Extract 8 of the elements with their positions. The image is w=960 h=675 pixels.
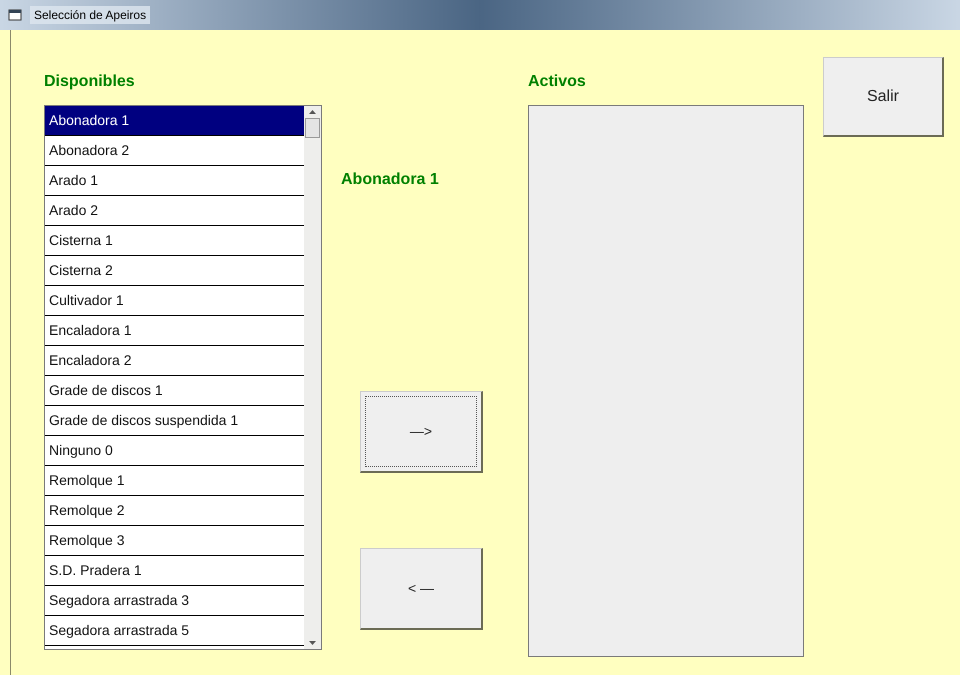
section-label: Activos xyxy=(528,73,586,90)
move-button[interactable]: < — xyxy=(360,548,483,630)
selected-item-label: Abonadora 1 xyxy=(341,171,439,188)
move-button[interactable]: —> xyxy=(360,391,483,473)
window-title: Selección de Apeiros xyxy=(30,6,150,24)
section-label: Disponibles xyxy=(44,73,135,90)
exit-button[interactable]: Salir xyxy=(823,57,944,137)
list-item[interactable]: Abonadora 1 xyxy=(45,106,304,136)
